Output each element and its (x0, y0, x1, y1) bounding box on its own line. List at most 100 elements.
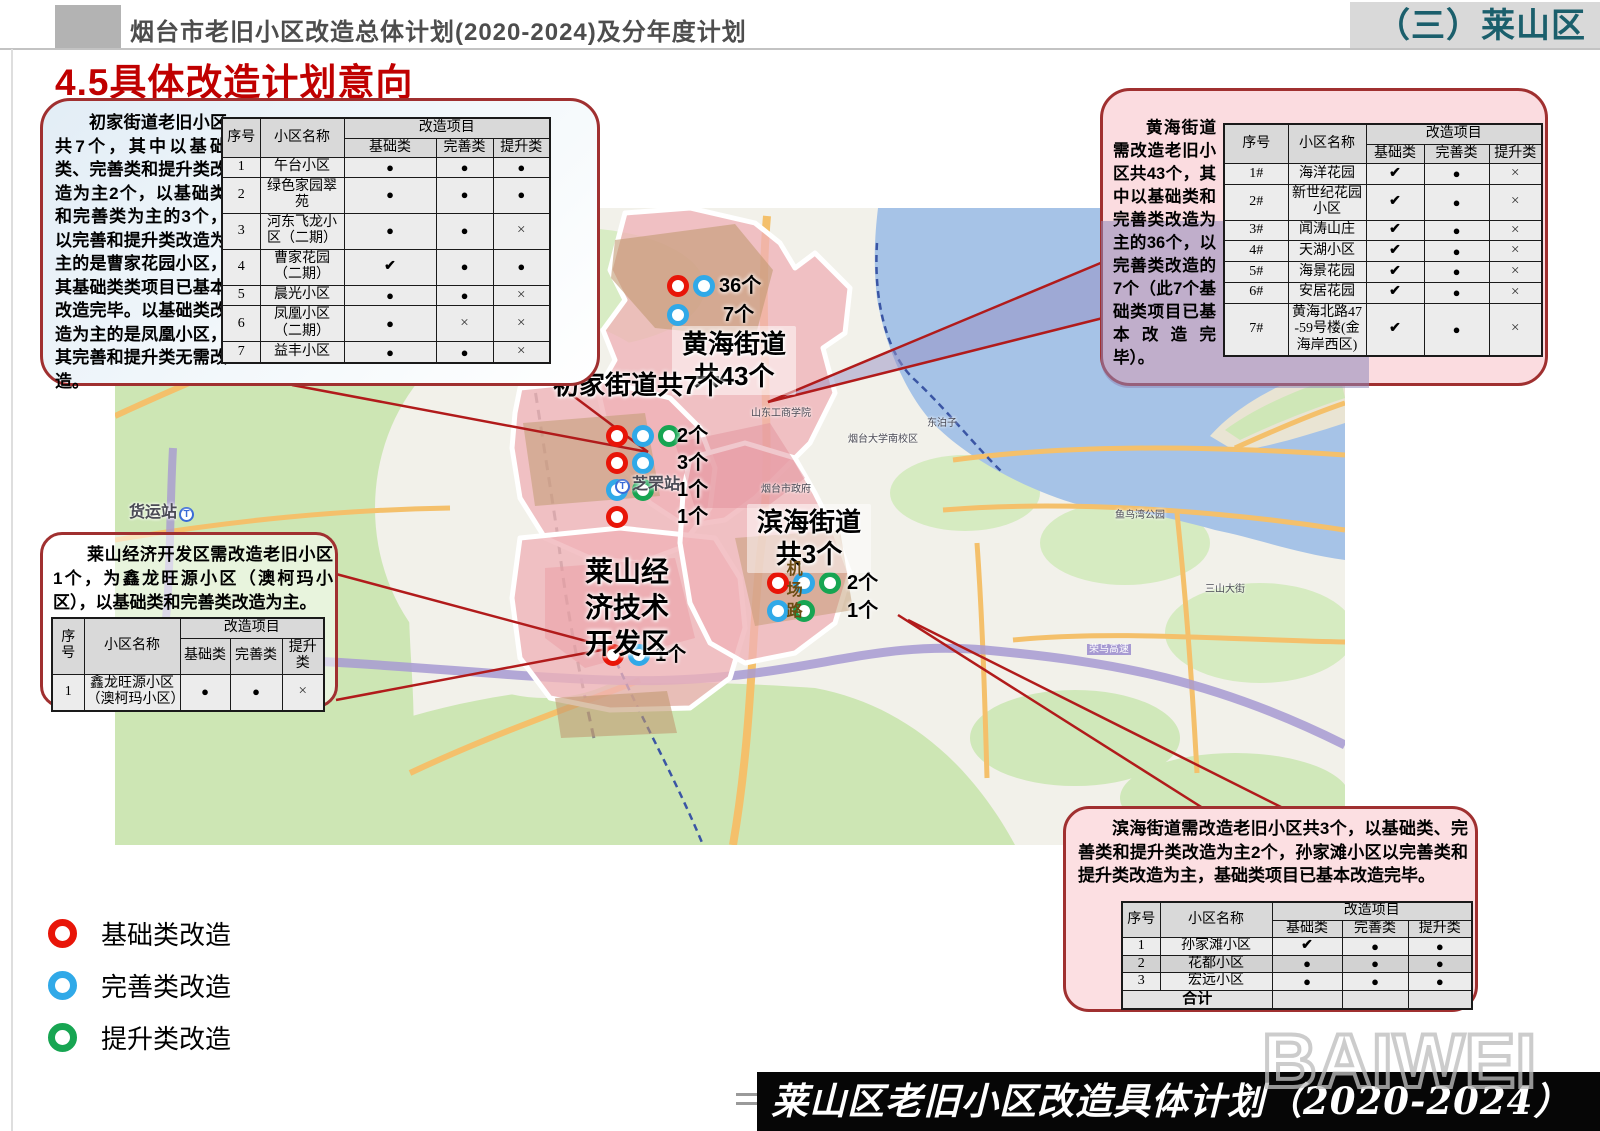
table-row: 6凤凰小区（二期）●×× (222, 306, 550, 342)
table-cell: 完善类 (436, 138, 493, 158)
table-cell: 新世纪花园小区 (1288, 184, 1366, 220)
table-row: 3宏远小区●●● (1122, 973, 1472, 991)
table-cell: ● (1272, 955, 1342, 973)
table-cell: 1 (52, 674, 84, 711)
table-cell: 5 (222, 285, 260, 306)
table-cell: 改造项目 (180, 618, 324, 638)
table-cell: ✔ (1366, 303, 1424, 356)
table-cell: 孙家滩小区 (1160, 938, 1272, 956)
table-row: 6#安居花园✔●× (1224, 282, 1542, 303)
table-cell: ● (436, 285, 493, 306)
improve-ring-icon (48, 971, 77, 1000)
table-cell: 2# (1224, 184, 1288, 220)
table-cell: ● (1424, 164, 1489, 185)
table-cell: 基础类 (1366, 144, 1424, 164)
table-row: 1鑫龙旺源小区（澳柯玛小区）●●× (52, 674, 324, 711)
table-cell: × (1489, 303, 1542, 356)
table-cell: ● (1342, 938, 1408, 956)
table-cell: ✔ (1272, 938, 1342, 956)
table-row: 4曹家花园（二期）✔●● (222, 249, 550, 285)
table-cell: 序号 (222, 118, 260, 158)
table-cell: 提升类 (1489, 144, 1542, 164)
table-row: 1午台小区●●● (222, 158, 550, 178)
table-cell: ● (1424, 220, 1489, 241)
callout-text: 滨海街道需改造老旧小区共3个，以基础类、完善类和提升类改造为主2个，孙家滩小区以… (1078, 817, 1468, 888)
section-badge: （三）莱山区 (1350, 2, 1600, 50)
table-cell: ● (230, 674, 282, 711)
table-row: 5#海景花园✔●× (1224, 262, 1542, 283)
table-cell: ✔ (1366, 282, 1424, 303)
table-cell: ● (436, 342, 493, 363)
slide: 烟台市老旧小区改造总体计划(2020-2024)及分年度计划 （三）莱山区 4.… (0, 0, 1600, 1131)
table-cell: 小区名称 (1288, 124, 1366, 164)
table-cell: 改造项目 (1366, 124, 1542, 144)
table-row: 7益丰小区●●× (222, 342, 550, 363)
table-cell: ● (344, 158, 436, 178)
legend-item: 完善类改造 (48, 970, 231, 1000)
table-cell: 益丰小区 (260, 342, 344, 363)
table-cell: 2 (1122, 955, 1160, 973)
table-cell: × (1489, 241, 1542, 262)
table-cell: 晨光小区 (260, 285, 344, 306)
table-host: 序号小区名称改造项目基础类完善类提升类1#海洋花园✔●×2#新世纪花园小区✔●×… (1223, 123, 1543, 357)
left-edge-line (11, 49, 13, 1131)
table-cell: 海洋花园 (1288, 164, 1366, 185)
table-cell: 提升类 (282, 638, 324, 674)
table-cell: 河东飞龙小区（二期） (260, 213, 344, 249)
table-cell: × (1489, 220, 1542, 241)
table-cell: 4 (222, 249, 260, 285)
table-cell: ● (1424, 184, 1489, 220)
table-cell: 1 (222, 158, 260, 178)
table-cell: ● (344, 285, 436, 306)
table-cell (1272, 990, 1342, 1009)
table-cell: 改造项目 (344, 118, 550, 138)
callout-text: 初家街道老旧小区共7个，其中以基础类、完善类和提升类改造为主2个，以基础类和完善… (55, 111, 227, 393)
table-cell: 序号 (1122, 902, 1160, 938)
legend-label: 基础类改造 (101, 915, 231, 952)
table-row: 2#新世纪花园小区✔●× (1224, 184, 1542, 220)
table-cell: ✔ (344, 249, 436, 285)
table-cell: 完善类 (1424, 144, 1489, 164)
table-cell: 基础类 (344, 138, 436, 158)
table-row: 3河东飞龙小区（二期）●●× (222, 213, 550, 249)
table-cell: 小区名称 (260, 118, 344, 158)
table-cell: × (1489, 282, 1542, 303)
legend-label: 完善类改造 (101, 967, 231, 1004)
table-row: 2绿色家园翠苑●●● (222, 177, 550, 213)
table-cell: 安居花园 (1288, 282, 1366, 303)
table-row: 3#闻涛山庄✔●× (1224, 220, 1542, 241)
table-cell: 1# (1224, 164, 1288, 185)
callout-text: 黄海街道需改造老旧小区共43个，其中以基础类和完善类改造为主的36个，以完善类改… (1113, 117, 1216, 370)
renovation-table: 序号小区名称改造项目基础类完善类提升类1#海洋花园✔●×2#新世纪花园小区✔●×… (1223, 123, 1543, 357)
table-row: 2花都小区●●● (1122, 955, 1472, 973)
table-cell: ✔ (1366, 262, 1424, 283)
table-cell: 6 (222, 306, 260, 342)
table-cell: 2 (222, 177, 260, 213)
renovation-table: 序号小区名称改造项目基础类完善类提升类1孙家滩小区✔●●2花都小区●●●3宏远小… (1121, 901, 1473, 1010)
renovation-table: 序号小区名称改造项目基础类完善类提升类1鑫龙旺源小区（澳柯玛小区）●●× (51, 617, 325, 712)
table-host: 序号小区名称改造项目基础类完善类提升类1孙家滩小区✔●●2花都小区●●●3宏远小… (1121, 901, 1473, 1010)
table-cell: ● (436, 158, 493, 178)
table-cell: 基础类 (180, 638, 230, 674)
table-cell: 提升类 (493, 138, 550, 158)
table-cell: ● (1424, 282, 1489, 303)
table-cell: × (282, 674, 324, 711)
table-cell: 天湖小区 (1288, 241, 1366, 262)
table-cell: × (1489, 164, 1542, 185)
table-cell: 序号 (52, 618, 84, 674)
table-cell (1408, 990, 1472, 1009)
table-cell: 4# (1224, 241, 1288, 262)
table-cell: 序号 (1224, 124, 1288, 164)
table-cell: × (436, 306, 493, 342)
table-cell: ● (1408, 973, 1472, 991)
watermark-logo: BAIWEI (1262, 1018, 1536, 1105)
document-title: 烟台市老旧小区改造总体计划(2020-2024)及分年度计划 (130, 12, 747, 47)
table-cell: 6# (1224, 282, 1288, 303)
table-total-row: 合计 (1122, 990, 1472, 1009)
callout-jingkai: 莱山经济开发区需改造老旧小区1个，为鑫龙旺源小区（澳柯玛小区），以基础类和完善类… (40, 532, 338, 708)
table-cell: × (1489, 262, 1542, 283)
table-cell: 完善类 (230, 638, 282, 674)
table-cell: ● (436, 213, 493, 249)
table-cell: ● (1424, 303, 1489, 356)
table-cell: 完善类 (1342, 920, 1408, 938)
